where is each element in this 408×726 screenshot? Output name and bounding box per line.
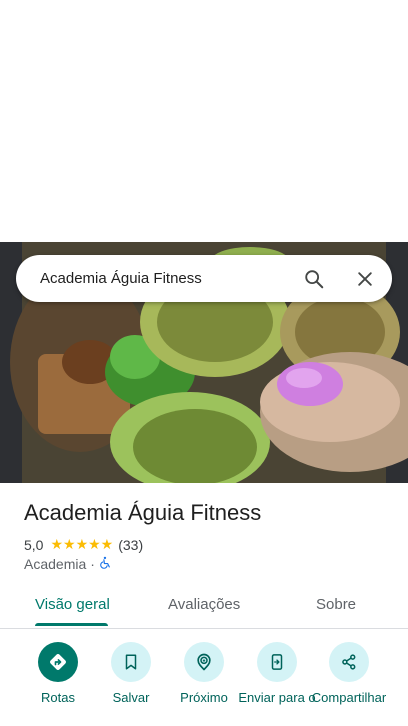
- place-category[interactable]: Academia: [24, 556, 86, 572]
- close-icon[interactable]: [347, 261, 383, 297]
- review-count[interactable]: (33): [118, 537, 143, 553]
- tab-reviews[interactable]: Avaliações: [168, 596, 240, 613]
- tab-overview[interactable]: Visão geral: [35, 596, 110, 613]
- nearby-icon: [184, 642, 224, 682]
- save-label: Salvar: [112, 690, 150, 705]
- category-row: Academia ·: [24, 556, 112, 572]
- share-button[interactable]: Compartilhar: [309, 642, 389, 705]
- rating-row[interactable]: 5,0 ★★★★★ (33): [24, 536, 143, 553]
- place-title: Academia Águia Fitness: [24, 500, 262, 525]
- search-input[interactable]: Academia Águia Fitness: [40, 270, 202, 287]
- wheelchair-accessible-icon: [99, 556, 112, 572]
- active-tab-indicator: [35, 623, 108, 626]
- send-to-phone-button[interactable]: Enviar para o: [237, 642, 317, 705]
- bookmark-icon: [111, 642, 151, 682]
- share-icon: [329, 642, 369, 682]
- search-bar[interactable]: Academia Águia Fitness: [16, 255, 392, 302]
- separator-dot: ·: [90, 556, 95, 572]
- rating-value: 5,0: [24, 536, 44, 553]
- send-to-phone-label: Enviar para o: [238, 690, 316, 705]
- directions-label: Rotas: [41, 690, 75, 705]
- directions-button[interactable]: Rotas: [18, 642, 98, 705]
- nearby-button[interactable]: Próximo: [164, 642, 244, 705]
- share-label: Compartilhar: [311, 690, 387, 705]
- search-icon[interactable]: [296, 261, 332, 297]
- directions-icon: [38, 642, 78, 682]
- save-button[interactable]: Salvar: [91, 642, 171, 705]
- nearby-label: Próximo: [180, 690, 228, 705]
- tab-bar: Visão geral Avaliações Sobre: [0, 588, 408, 629]
- tab-about[interactable]: Sobre: [316, 596, 356, 613]
- send-to-phone-icon: [257, 642, 297, 682]
- rating-stars: ★★★★★: [50, 536, 114, 552]
